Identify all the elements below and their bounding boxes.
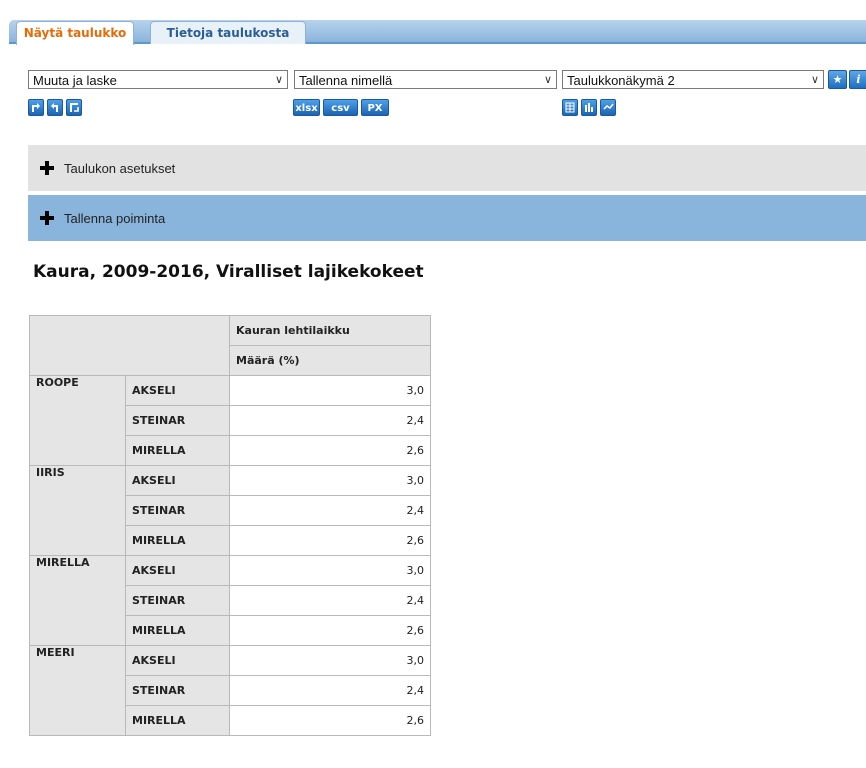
table-view-select-value: Taulukkonäkymä 2 bbox=[567, 73, 675, 88]
row-sub-header: AKSELI bbox=[125, 375, 230, 406]
row-sub-header: MIRELLA bbox=[125, 615, 230, 646]
row-sub-header: AKSELI bbox=[125, 645, 230, 676]
row-sub-header: AKSELI bbox=[125, 555, 230, 586]
table-cell-value: 2,4 bbox=[229, 495, 431, 526]
bar-chart-icon[interactable] bbox=[581, 99, 597, 116]
table-row: MIRELLA AKSELI 3,0 bbox=[29, 555, 431, 646]
export-px-button[interactable]: PX bbox=[361, 99, 389, 116]
pivot-clockwise-icon[interactable] bbox=[28, 99, 44, 116]
tab-bar: Näytä taulukko Tietoja taulukosta bbox=[0, 0, 866, 60]
calculate-select[interactable]: Muuta ja laske ∨ bbox=[28, 70, 288, 89]
export-csv-button[interactable]: csv bbox=[323, 99, 358, 116]
line-chart-icon[interactable] bbox=[600, 99, 616, 116]
table-cell-value: 3,0 bbox=[229, 555, 431, 586]
row-group-header: IIRIS bbox=[29, 465, 126, 556]
plus-icon bbox=[40, 211, 54, 225]
tab-show-table[interactable]: Näytä taulukko bbox=[16, 21, 134, 45]
table-cell-value: 3,0 bbox=[229, 465, 431, 496]
row-group-header: MIRELLA bbox=[29, 555, 126, 646]
table-row: IIRIS AKSELI 3,0 bbox=[29, 465, 431, 556]
calculate-select-value: Muuta ja laske bbox=[33, 73, 117, 88]
tab-underline bbox=[9, 42, 866, 60]
table-corner bbox=[29, 315, 230, 376]
info-icon[interactable]: i bbox=[849, 70, 866, 89]
table-row: MEERI AKSELI 3,0 bbox=[29, 645, 431, 736]
table-cell-value: 2,6 bbox=[229, 615, 431, 646]
save-extract-label: Tallenna poiminta bbox=[64, 210, 166, 226]
table-cell-value: 2,4 bbox=[229, 675, 431, 706]
row-sub-header: STEINAR bbox=[125, 495, 230, 526]
table-view-select[interactable]: Taulukkonäkymä 2 ∨ bbox=[562, 70, 824, 89]
table-settings-label: Taulukon asetukset bbox=[64, 160, 176, 176]
export-xlsx-button[interactable]: xlsx bbox=[293, 99, 320, 116]
table-row: ROOPE AKSELI 3,0 bbox=[29, 375, 431, 466]
row-sub-header: MIRELLA bbox=[125, 705, 230, 736]
table-settings-bar[interactable]: Taulukon asetukset bbox=[28, 145, 866, 191]
row-sub-header: MIRELLA bbox=[125, 435, 230, 466]
table-cell-value: 2,4 bbox=[229, 405, 431, 436]
plus-icon bbox=[40, 161, 54, 175]
row-sub-header: STEINAR bbox=[125, 675, 230, 706]
tab-table-info[interactable]: Tietoja taulukosta bbox=[150, 21, 306, 44]
star-icon[interactable]: ★ bbox=[828, 70, 847, 89]
chevron-down-icon: ∨ bbox=[274, 74, 283, 86]
pivot-counterclockwise-icon[interactable] bbox=[47, 99, 63, 116]
transpose-icon[interactable] bbox=[66, 99, 82, 116]
tab-strip bbox=[9, 20, 866, 42]
table-cell-value: 2,6 bbox=[229, 435, 431, 466]
save-extract-bar[interactable]: Tallenna poiminta bbox=[28, 195, 866, 241]
data-table: Kauran lehtilaikku Määrä (%) ROOPE AKSELI… bbox=[29, 315, 431, 736]
table-body: ROOPE AKSELI 3,0 STEINAR 2,4 MIRELLA 2,6 IIRIS A… bbox=[29, 375, 431, 736]
row-sub-header: MIRELLA bbox=[125, 525, 230, 556]
table-cell-value: 3,0 bbox=[229, 645, 431, 676]
measure-header: Määrä (%) bbox=[229, 345, 431, 376]
row-sub-header: AKSELI bbox=[125, 465, 230, 496]
table-cell-value: 2,6 bbox=[229, 705, 431, 736]
table-cell-value: 2,6 bbox=[229, 525, 431, 556]
column-header: Kauran lehtilaikku bbox=[229, 315, 431, 346]
table-title: Kaura, 2009-2016, Viralliset lajikekokee… bbox=[33, 262, 424, 282]
row-sub-header: STEINAR bbox=[125, 405, 230, 436]
chevron-down-icon: ∨ bbox=[543, 74, 552, 86]
row-group-header: MEERI bbox=[29, 645, 126, 736]
table-view-icon[interactable] bbox=[562, 99, 578, 116]
save-as-select-value: Tallenna nimellä bbox=[299, 73, 393, 88]
table-cell-value: 2,4 bbox=[229, 585, 431, 616]
chevron-down-icon: ∨ bbox=[810, 74, 819, 86]
table-cell-value: 3,0 bbox=[229, 375, 431, 406]
row-sub-header: STEINAR bbox=[125, 585, 230, 616]
row-group-header: ROOPE bbox=[29, 375, 126, 466]
save-as-select[interactable]: Tallenna nimellä ∨ bbox=[294, 70, 557, 89]
